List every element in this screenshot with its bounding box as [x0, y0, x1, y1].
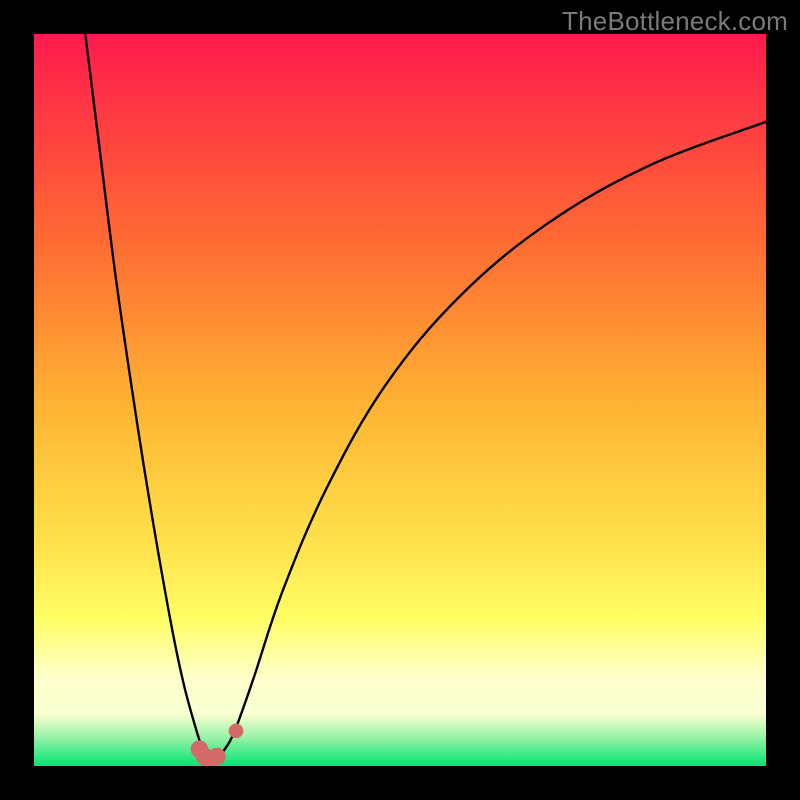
valley-marker-mid3	[208, 748, 226, 766]
valley-marker-right	[229, 724, 244, 739]
outer-frame: TheBottleneck.com	[0, 0, 800, 800]
bottleneck-chart	[34, 34, 766, 766]
chart-background	[34, 34, 766, 766]
watermark-label: TheBottleneck.com	[562, 6, 788, 37]
